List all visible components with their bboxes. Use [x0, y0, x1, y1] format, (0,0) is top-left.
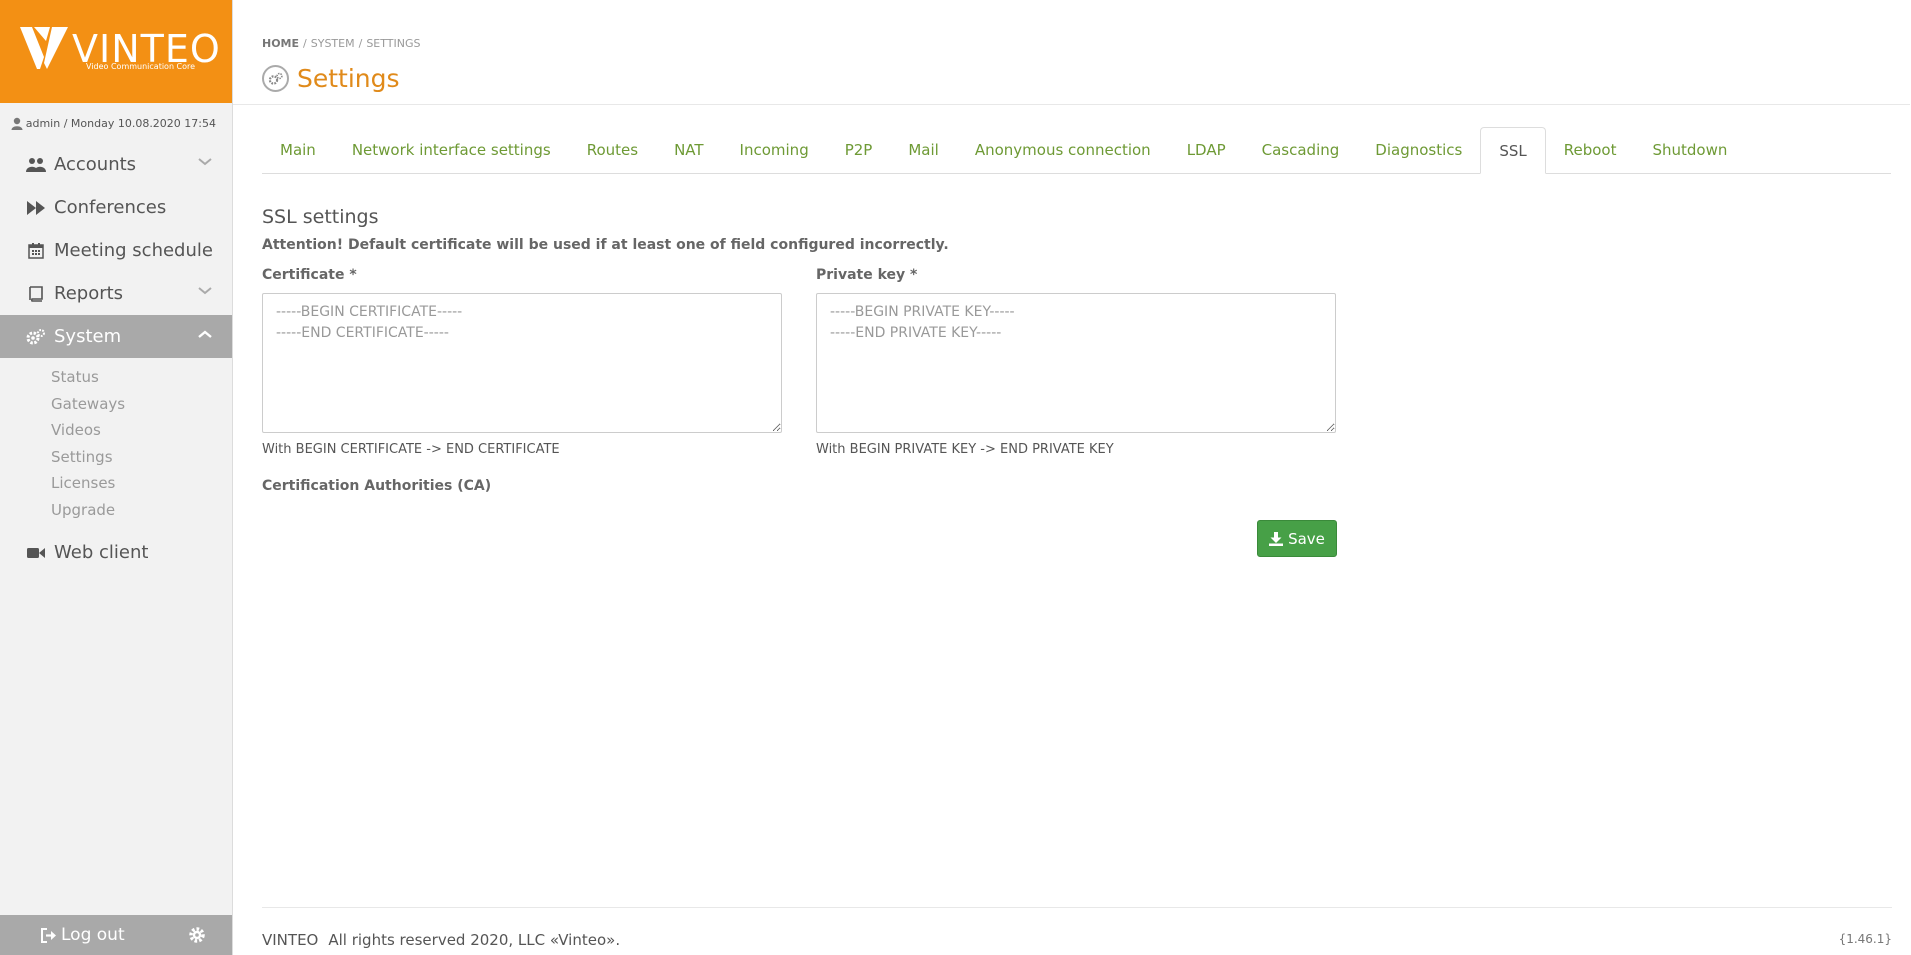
logout-button[interactable]: Log out	[40, 925, 125, 945]
chevron-down-icon	[198, 158, 212, 166]
subnav-item-licenses[interactable]: Licenses	[0, 470, 232, 497]
download-icon	[1269, 531, 1284, 546]
tab-main[interactable]: Main	[262, 127, 334, 173]
sidebar-item-accounts[interactable]: Accounts	[0, 143, 232, 186]
gear-icon[interactable]	[188, 926, 206, 944]
calendar-icon	[26, 241, 46, 261]
fast-forward-icon	[26, 198, 46, 218]
subnav-item-status[interactable]: Status	[0, 364, 232, 391]
logout-label: Log out	[61, 925, 125, 945]
sidebar-item-meeting-schedule[interactable]: Meeting schedule	[0, 229, 232, 272]
gears-icon	[26, 327, 46, 347]
breadcrumb-system[interactable]: SYSTEM	[311, 37, 355, 50]
certificate-textarea[interactable]	[262, 293, 782, 433]
tab-diagnostics[interactable]: Diagnostics	[1357, 127, 1480, 173]
attention-message: Attention! Default certificate will be u…	[262, 237, 949, 253]
user-icon	[11, 117, 23, 130]
settings-gears-icon	[262, 65, 289, 92]
subnav-item-settings[interactable]: Settings	[0, 444, 232, 471]
footer-divider	[262, 907, 1892, 908]
section-title: SSL settings	[262, 206, 379, 228]
users-icon	[26, 155, 46, 175]
sidebar-item-label: Conferences	[54, 197, 167, 218]
tab-incoming[interactable]: Incoming	[722, 127, 827, 173]
breadcrumb-separator: /	[358, 37, 363, 50]
footer-rights: All rights reserved 2020, LLC «Vinteo».	[328, 931, 621, 949]
save-button-label: Save	[1288, 529, 1325, 548]
sidebar-item-conferences[interactable]: Conferences	[0, 186, 232, 229]
ca-label: Certification Authorities (CA)	[262, 478, 492, 494]
private-key-textarea[interactable]	[816, 293, 1336, 433]
tab-shutdown[interactable]: Shutdown	[1634, 127, 1745, 173]
sidebar-item-reports[interactable]: Reports	[0, 272, 232, 315]
brand-tagline: Video Communication Core	[86, 62, 196, 71]
tab-cascading[interactable]: Cascading	[1244, 127, 1358, 173]
book-icon	[26, 284, 46, 304]
tab-ssl[interactable]: SSL	[1480, 127, 1546, 174]
chevron-up-icon	[198, 330, 212, 338]
sidebar-nav: Accounts Conferences Meeting schedule Re…	[0, 143, 232, 358]
sidebar-item-label: Accounts	[54, 154, 137, 175]
user-info-text: admin / Monday 10.08.2020 17:54	[25, 116, 216, 130]
footer: VINTEO All rights reserved 2020, LLC «Vin…	[262, 931, 620, 949]
breadcrumb-settings: SETTINGS	[366, 37, 421, 50]
breadcrumb: HOME / SYSTEM / SETTINGS	[262, 37, 421, 50]
certificate-help: With BEGIN CERTIFICATE -> END CERTIFICAT…	[262, 442, 560, 457]
tab-p2p[interactable]: P2P	[827, 127, 891, 173]
breadcrumb-home[interactable]: HOME	[262, 37, 299, 50]
chevron-down-icon	[198, 287, 212, 295]
tab-nat[interactable]: NAT	[656, 127, 721, 173]
footer-brand: VINTEO	[262, 931, 319, 949]
sidebar-item-web-client[interactable]: Web client	[0, 531, 232, 574]
sidebar-item-label: Web client	[54, 542, 149, 563]
certificate-label: Certificate *	[262, 267, 357, 283]
sidebar-item-label: Reports	[54, 283, 124, 304]
subnav-item-gateways[interactable]: Gateways	[0, 391, 232, 418]
subnav-item-videos[interactable]: Videos	[0, 417, 232, 444]
sidebar-item-system[interactable]: System	[0, 315, 232, 358]
tab-anonymous-connection[interactable]: Anonymous connection	[957, 127, 1169, 173]
system-subnav: Status Gateways Videos Settings Licenses…	[0, 358, 232, 531]
tab-mail[interactable]: Mail	[890, 127, 956, 173]
sidebar-item-label: System	[54, 326, 122, 347]
logo[interactable]: VINTEO Video Communication Core	[0, 0, 232, 103]
header-divider	[233, 104, 1910, 105]
private-key-label: Private key *	[816, 267, 918, 283]
tab-routes[interactable]: Routes	[569, 127, 656, 173]
app-version: {1.46.1}	[1838, 932, 1892, 946]
private-key-help: With BEGIN PRIVATE KEY -> END PRIVATE KE…	[816, 442, 1114, 457]
page-title: Settings	[297, 64, 400, 93]
sidebar-nav-secondary: Web client	[0, 531, 232, 574]
sidebar-item-label: Meeting schedule	[54, 240, 213, 261]
breadcrumb-separator: /	[303, 37, 307, 50]
save-button[interactable]: Save	[1257, 520, 1337, 557]
tab-reboot[interactable]: Reboot	[1546, 127, 1635, 173]
page-header: Settings	[262, 64, 400, 93]
tab-network-interface-settings[interactable]: Network interface settings	[334, 127, 569, 173]
sidebar-footer: Log out	[0, 915, 232, 955]
sidebar: VINTEO Video Communication Core admin / …	[0, 0, 233, 955]
user-info: admin / Monday 10.08.2020 17:54	[0, 103, 232, 143]
settings-tabs: Main Network interface settings Routes N…	[262, 127, 1891, 174]
vinteo-logo-icon	[20, 27, 68, 69]
sign-out-icon	[41, 927, 56, 943]
tab-ldap[interactable]: LDAP	[1169, 127, 1244, 173]
video-camera-icon	[26, 543, 46, 563]
subnav-item-upgrade[interactable]: Upgrade	[0, 497, 232, 524]
